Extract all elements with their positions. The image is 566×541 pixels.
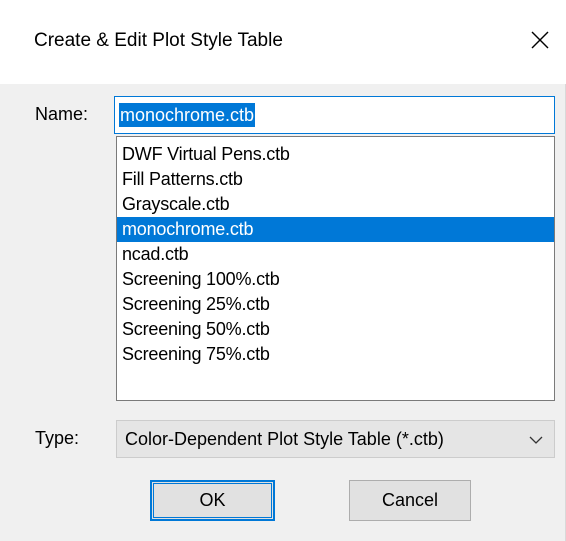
name-input[interactable]: monochrome.ctb bbox=[114, 96, 555, 134]
list-item[interactable]: Fill Patterns.ctb bbox=[117, 167, 554, 192]
close-button[interactable] bbox=[520, 20, 560, 60]
list-item[interactable]: ncad.ctb bbox=[117, 242, 554, 267]
name-input-value: monochrome.ctb bbox=[119, 103, 256, 127]
list-item-selected[interactable]: monochrome.ctb bbox=[117, 217, 554, 242]
plot-style-dialog: Create & Edit Plot Style Table Name: mon… bbox=[0, 0, 566, 541]
type-label: Type: bbox=[35, 428, 80, 448]
type-select[interactable]: Color-Dependent Plot Style Table (*.ctb) bbox=[116, 420, 555, 458]
ok-button-label: OK bbox=[199, 490, 226, 510]
close-icon bbox=[531, 31, 549, 49]
cancel-button-label: Cancel bbox=[381, 490, 439, 510]
list-item[interactable]: Screening 50%.ctb bbox=[117, 317, 554, 342]
list-item[interactable]: Screening 75%.ctb bbox=[117, 342, 554, 367]
dialog-title: Create & Edit Plot Style Table bbox=[34, 30, 283, 51]
list-item[interactable]: DWF Virtual Pens.ctb bbox=[117, 142, 554, 167]
name-label: Name: bbox=[35, 104, 89, 124]
list-item[interactable]: Screening 100%.ctb bbox=[117, 267, 554, 292]
title-bar: Create & Edit Plot Style Table bbox=[0, 0, 566, 84]
list-item[interactable]: Grayscale.ctb bbox=[117, 192, 554, 217]
chevron-down-icon bbox=[529, 436, 543, 444]
list-item[interactable]: Screening 25%.ctb bbox=[117, 292, 554, 317]
plot-style-list[interactable]: DWF Virtual Pens.ctb Fill Patterns.ctb G… bbox=[116, 136, 555, 401]
cancel-button[interactable]: Cancel bbox=[349, 480, 471, 521]
type-select-value: Color-Dependent Plot Style Table (*.ctb) bbox=[125, 428, 444, 449]
ok-button[interactable]: OK bbox=[150, 480, 275, 521]
